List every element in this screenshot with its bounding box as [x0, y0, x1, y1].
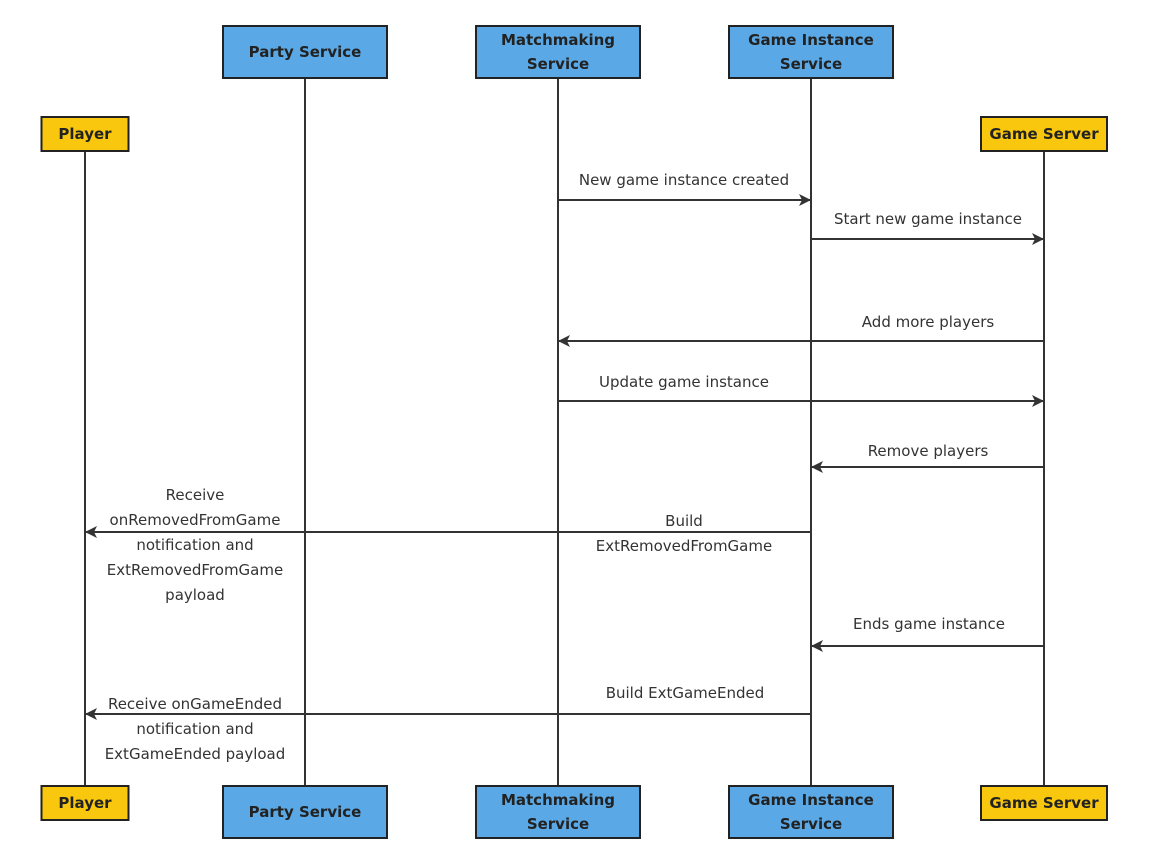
- message-1: New game instance created: [558, 171, 811, 206]
- participant-label: Party Service: [249, 803, 362, 821]
- participant-matchmaking-top: Matchmaking Service: [475, 25, 641, 79]
- participant-label: Game Instance: [748, 791, 874, 809]
- participant-label: Matchmaking: [501, 791, 615, 809]
- message-4: Update game instance: [558, 373, 1044, 407]
- participant-label: Matchmaking: [501, 31, 615, 49]
- participant-gameinstance-top: Game Instance Service: [728, 25, 894, 79]
- participant-gameserver-top: Game Server: [980, 116, 1108, 152]
- message-label: ExtRemovedFromGame: [596, 537, 772, 555]
- participant-label: Service: [527, 815, 589, 833]
- receiver-note: ExtRemovedFromGame: [107, 561, 283, 579]
- participant-party-top: Party Service: [222, 25, 388, 79]
- participant-label: Game Instance: [748, 31, 874, 49]
- message-label: Build ExtGameEnded: [606, 684, 765, 702]
- receiver-note: onRemovedFromGame: [110, 511, 281, 529]
- participant-label: Game Server: [989, 125, 1099, 143]
- participant-label: Game Server: [989, 794, 1099, 812]
- participant-party-bottom: Party Service: [222, 785, 388, 839]
- receiver-note: Receive onGameEnded: [108, 695, 282, 713]
- receiver-note: notification and: [136, 720, 253, 738]
- sequence-diagram: Player Player Party Service Party Service Ma…: [40, 25, 1108, 839]
- participant-label: Player: [58, 794, 112, 812]
- message-label: Ends game instance: [853, 615, 1005, 633]
- message-2: Start new game instance: [811, 210, 1044, 245]
- message-label: New game instance created: [579, 171, 789, 189]
- message-label: Update game instance: [599, 373, 769, 391]
- message-5: Remove players: [811, 442, 1044, 473]
- receiver-note: payload: [165, 586, 225, 604]
- receiver-note: notification and: [136, 536, 253, 554]
- message-3: Add more players: [558, 313, 1044, 347]
- message-8: Build ExtGameEnded Receive onGameEnded not…: [85, 684, 811, 763]
- message-label: Start new game instance: [834, 210, 1022, 228]
- participant-gameserver-bottom: Game Server: [980, 785, 1108, 821]
- participant-matchmaking-bottom: Matchmaking Service: [475, 785, 641, 839]
- participant-gameinstance-bottom: Game Instance Service: [728, 785, 894, 839]
- receiver-note: ExtGameEnded payload: [105, 745, 286, 763]
- participant-player-bottom: Player: [40, 785, 130, 821]
- message-7: Ends game instance: [811, 615, 1044, 652]
- participant-label: Player: [58, 125, 112, 143]
- participant-label: Service: [780, 55, 842, 73]
- receiver-note: Receive: [166, 486, 225, 504]
- participant-label: Service: [527, 55, 589, 73]
- message-label: Add more players: [862, 313, 995, 331]
- message-label: Build: [665, 512, 703, 530]
- message-6: Build ExtRemovedFromGame Receive onRemovedF…: [85, 486, 811, 604]
- participant-label: Party Service: [249, 43, 362, 61]
- participant-label: Service: [780, 815, 842, 833]
- participant-player-top: Player: [40, 116, 130, 152]
- message-label: Remove players: [868, 442, 989, 460]
